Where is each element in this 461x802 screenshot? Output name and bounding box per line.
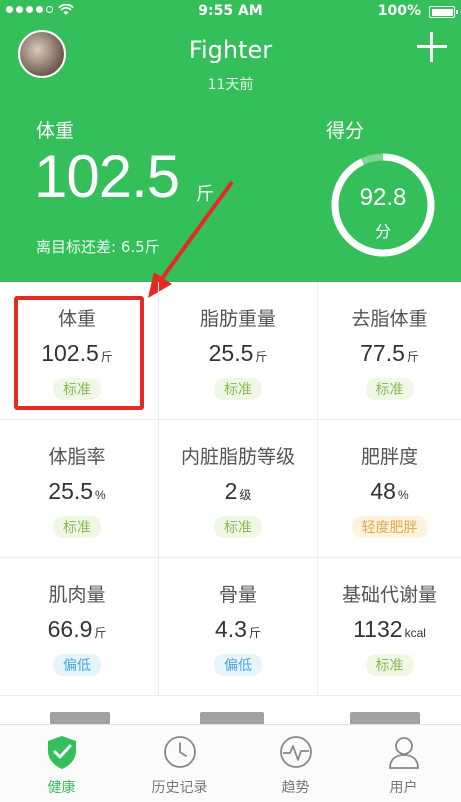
score-value: 92.8 — [359, 184, 407, 211]
metric-title: 体脂率 — [48, 446, 106, 468]
user-nickname: Fighter — [188, 36, 273, 64]
metric-value: 25.5 斤 — [208, 340, 268, 366]
shield-check-icon — [47, 736, 76, 769]
metrics-row: 体脂率 25.5% 标准 内脏脂肪等级 2级 标准 肥胖度 48% 轻度肥胖 — [0, 420, 461, 558]
metric-bone[interactable]: 骨量 4.3 斤 偏低 — [158, 558, 317, 696]
battery-percent: 100% — [377, 3, 421, 19]
score-label: 得分 — [326, 120, 365, 142]
status-badge: 偏低 — [214, 654, 262, 676]
metric-value: 66.9 斤 — [47, 616, 107, 642]
metric-bmr[interactable]: 基础代谢量 1132 kcal 标准 — [317, 558, 461, 696]
next-row-peek — [0, 698, 461, 726]
metric-title: 基础代谢量 — [341, 584, 437, 606]
tab-bar: 健康 历史记录 趋势 用户 — [0, 724, 461, 802]
metric-title: 内脏脂肪等级 — [180, 446, 295, 468]
metric-value: 77.5 斤 — [360, 340, 419, 366]
metric-title: 肌肉量 — [48, 584, 106, 606]
metric-value: 2级 — [224, 478, 252, 504]
metric-visceral-fat[interactable]: 内脏脂肪等级 2级 标准 — [158, 420, 317, 558]
metric-title: 骨量 — [218, 584, 257, 606]
battery-icon — [429, 6, 458, 18]
tab-label: 历史记录 — [151, 780, 208, 796]
status-badge: 标准 — [365, 654, 414, 676]
add-icon[interactable] — [417, 32, 447, 62]
tab-label: 健康 — [47, 780, 76, 796]
metric-title: 脂肪重量 — [199, 308, 276, 330]
tab-health[interactable]: 健康 — [4, 725, 119, 802]
status-badge: 轻度肥胖 — [351, 516, 428, 538]
pulse-icon — [279, 736, 312, 768]
metric-title: 肥胖度 — [360, 446, 418, 468]
metric-body-fat[interactable]: 体脂率 25.5% 标准 — [0, 420, 154, 558]
annotation-highlight-box — [14, 296, 144, 410]
metric-value: 1132 kcal — [353, 616, 426, 642]
metric-fat-weight[interactable]: 脂肪重量 25.5 斤 标准 — [158, 282, 317, 420]
metric-value: 48% — [370, 478, 409, 504]
tab-label: 趋势 — [281, 780, 310, 796]
metrics-row: 肌肉量 66.9 斤 偏低 骨量 4.3 斤 偏低 基础代谢量 1132 kcal 标… — [0, 558, 461, 696]
weight-label: 体重 — [36, 120, 75, 142]
header-panel: 9:55 AM 100% Fighter 11天前 体重 102.5 斤 离目标… — [0, 0, 461, 298]
metric-muscle[interactable]: 肌肉量 66.9 斤 偏低 — [0, 558, 154, 696]
score-unit: 分 — [374, 222, 391, 241]
status-badge: 标准 — [214, 378, 262, 400]
status-badge: 标准 — [214, 516, 262, 538]
status-badge: 标准 — [53, 516, 101, 538]
metric-title: 去脂体重 — [351, 308, 428, 330]
tab-user[interactable]: 用户 — [346, 725, 461, 802]
metric-value: 25.5% — [48, 478, 106, 504]
metric-obesity[interactable]: 肥胖度 48% 轻度肥胖 — [317, 420, 461, 558]
clock-icon — [163, 736, 196, 768]
user-icon — [388, 737, 419, 769]
status-badge: 偏低 — [53, 654, 101, 676]
metric-lean-weight[interactable]: 去脂体重 77.5 斤 标准 — [317, 282, 461, 420]
last-updated: 11天前 — [207, 77, 254, 93]
metric-value: 4.3 斤 — [215, 616, 261, 642]
status-badge: 标准 — [365, 378, 414, 400]
tab-trend[interactable]: 趋势 — [238, 725, 353, 802]
status-bar: 9:55 AM 100% — [0, 0, 461, 24]
tab-history[interactable]: 历史记录 — [122, 725, 237, 802]
tab-label: 用户 — [389, 780, 418, 796]
